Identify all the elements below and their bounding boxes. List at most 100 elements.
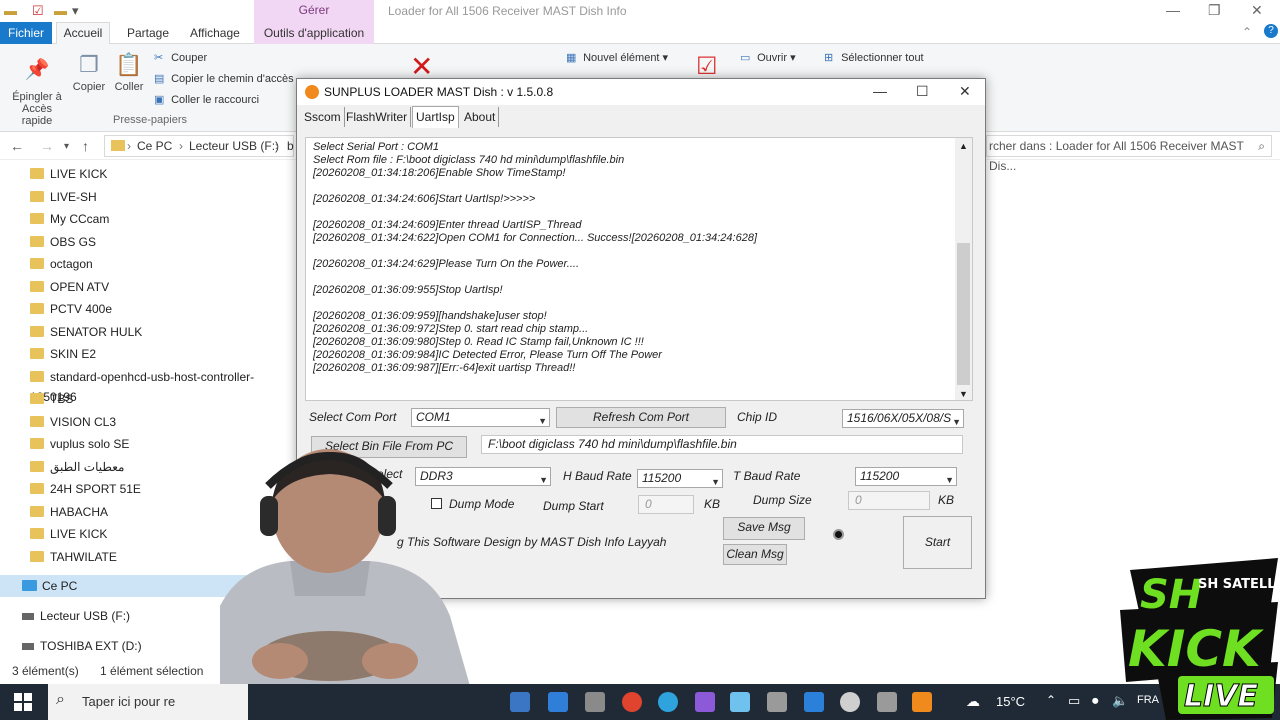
- chrome-icon[interactable]: [622, 692, 642, 712]
- log-line: [20260208_01:36:09:987][Err:-64]exit uar…: [313, 362, 576, 374]
- app-icon[interactable]: [804, 692, 824, 712]
- nav-folder-item[interactable]: octagon: [30, 254, 93, 274]
- chevron-up-icon[interactable]: ⌃: [1242, 25, 1252, 39]
- nav-folder-item[interactable]: SENATOR HULK: [30, 322, 142, 342]
- forward-arrow-icon[interactable]: →: [40, 138, 54, 154]
- nav-folder-item[interactable]: TBS: [30, 389, 73, 409]
- tab-sscom[interactable]: Sscom: [301, 107, 345, 127]
- windows-start-icon[interactable]: [14, 693, 32, 711]
- tab-fichier[interactable]: Fichier: [0, 22, 52, 44]
- taskbar-search-input[interactable]: ⌕ Taper ici pour re: [48, 684, 248, 720]
- tab-about[interactable]: About: [461, 107, 500, 127]
- properties-check-icon[interactable]: ☑: [696, 52, 718, 81]
- network-icon[interactable]: ▭: [1068, 693, 1080, 709]
- microphone-icon[interactable]: ⏺: [1092, 693, 1099, 709]
- chevron-up-icon[interactable]: ⌃: [1046, 693, 1056, 707]
- pin-quick-access-button[interactable]: 📌 Épingler à Accès rapide: [6, 52, 68, 127]
- dump-size-field[interactable]: 0: [848, 491, 930, 510]
- nav-folder-item[interactable]: HABACHA: [30, 502, 108, 522]
- nav-folder-item[interactable]: LIVE KICK: [30, 164, 107, 184]
- com-port-select[interactable]: COM1 ▼: [411, 408, 550, 427]
- weather-icon: ☁: [966, 693, 980, 709]
- save-msg-button[interactable]: Save Msg: [723, 517, 805, 540]
- back-arrow-icon[interactable]: ←: [10, 138, 24, 154]
- cut-button[interactable]: ✂ Couper: [154, 51, 207, 64]
- nav-folder-item[interactable]: SKIN E2: [30, 344, 96, 364]
- tab-accueil[interactable]: Accueil: [56, 22, 110, 45]
- refresh-com-button[interactable]: Refresh Com Port: [556, 407, 726, 428]
- quick-access-dropdown-icon[interactable]: ▾: [72, 3, 79, 19]
- minimize-icon[interactable]: —: [873, 83, 887, 99]
- chevron-down-icon: ▼: [538, 416, 547, 426]
- scroll-down-icon[interactable]: ▼: [959, 388, 968, 400]
- copy-path-button[interactable]: ▤ Copier le chemin d'accès: [154, 72, 294, 85]
- paste-button[interactable]: 📋 Coller: [112, 52, 146, 93]
- paste-shortcut-button[interactable]: ▣ Coller le raccourci: [154, 93, 259, 106]
- copy-button[interactable]: ❐ Copier: [72, 52, 106, 93]
- new-folder-icon[interactable]: ▬: [54, 3, 67, 18]
- start-button[interactable]: Start: [903, 516, 972, 569]
- drive-label: TOSHIBA EXT (D:): [40, 639, 142, 653]
- log-output[interactable]: Select Serial Port : COM1 Select Rom file…: [305, 137, 973, 401]
- bin-path-field[interactable]: F:\boot digiclass 740 hd mini\dump\flash…: [481, 435, 963, 454]
- clean-msg-button[interactable]: Clean Msg: [723, 544, 787, 565]
- app-icon[interactable]: [730, 692, 750, 712]
- breadcrumb-usb[interactable]: Lecteur USB (F:): [189, 136, 279, 156]
- nav-folder-item[interactable]: LIVE KICK: [30, 524, 107, 544]
- telegram-icon[interactable]: [658, 692, 678, 712]
- scroll-thumb[interactable]: [957, 243, 970, 385]
- select-all-button[interactable]: ⊞ Sélectionner tout: [824, 51, 924, 64]
- nav-folder-item[interactable]: 24H SPORT 51E: [30, 479, 141, 499]
- settings-icon[interactable]: [840, 692, 860, 712]
- search-input[interactable]: rcher dans : Loader for All 1506 Receive…: [986, 135, 1272, 173]
- app-icon[interactable]: [877, 692, 897, 712]
- calculator-icon[interactable]: [548, 692, 568, 712]
- nav-folder-item[interactable]: vuplus solo SE: [30, 434, 129, 454]
- h-baud-select[interactable]: 115200 ▼: [637, 469, 723, 488]
- nav-folder-item[interactable]: OBS GS: [30, 232, 96, 252]
- log-scrollbar[interactable]: ▲ ▼: [955, 138, 972, 400]
- app-icon[interactable]: [767, 692, 787, 712]
- nav-folder-item[interactable]: TAHWILATE: [30, 547, 117, 567]
- breadcrumb-folder[interactable]: b: [287, 136, 294, 156]
- nav-folder-item[interactable]: معطيات الطبق: [30, 457, 124, 477]
- log-line: Select Serial Port : COM1: [313, 141, 439, 153]
- t-baud-select[interactable]: 115200 ▼: [855, 467, 957, 486]
- sunplus-loader-taskbar-icon[interactable]: [912, 692, 932, 712]
- app-icon[interactable]: [695, 692, 715, 712]
- restore-icon[interactable]: ❐: [1208, 2, 1221, 19]
- new-item-button[interactable]: ▦ Nouvel élément ▾: [566, 51, 668, 64]
- search-placeholder: rcher dans : Loader for All 1506 Receive…: [989, 139, 1244, 173]
- tab-partage[interactable]: Partage: [127, 26, 169, 40]
- up-arrow-icon[interactable]: ↑: [82, 138, 89, 154]
- breadcrumb[interactable]: › Ce PC › Lecteur USB (F:) › b: [104, 135, 294, 157]
- minimize-icon[interactable]: —: [1166, 2, 1180, 18]
- tab-flashwriter[interactable]: FlashWriter: [343, 107, 412, 127]
- app-icon[interactable]: [585, 692, 605, 712]
- open-button[interactable]: ▭ Ouvrir ▾: [740, 51, 796, 64]
- app-icon[interactable]: [510, 692, 530, 712]
- nav-item-usb-drive[interactable]: Lecteur USB (F:): [22, 609, 130, 623]
- close-icon[interactable]: ✕: [959, 83, 971, 100]
- recent-dropdown-icon[interactable]: ▾: [64, 141, 69, 152]
- nav-folder-item[interactable]: standard-openhcd-usb-host-controller-125…: [30, 367, 296, 404]
- nav-folder-item[interactable]: LIVE-SH: [30, 187, 97, 207]
- nav-folder-item[interactable]: OPEN ATV: [30, 277, 109, 297]
- tab-uartisp[interactable]: UartIsp: [412, 106, 459, 128]
- new-item-icon: ▦: [566, 52, 577, 64]
- nav-item-toshiba-drive[interactable]: TOSHIBA EXT (D:): [22, 639, 142, 653]
- nav-folder-item[interactable]: VISION CL3: [30, 412, 116, 432]
- dump-start-field[interactable]: 0: [638, 495, 694, 514]
- maximize-icon[interactable]: ☐: [916, 83, 929, 100]
- tab-affichage[interactable]: Affichage: [190, 26, 240, 40]
- help-icon[interactable]: ?: [1264, 24, 1278, 38]
- scroll-up-icon[interactable]: ▲: [959, 140, 968, 153]
- tab-outils-application[interactable]: Outils d'application: [254, 22, 374, 44]
- close-icon[interactable]: ✕: [1251, 2, 1263, 19]
- breadcrumb-ce-pc[interactable]: Ce PC: [137, 136, 172, 156]
- properties-icon[interactable]: ☑: [32, 3, 44, 19]
- nav-folder-item[interactable]: My CCcam: [30, 209, 109, 229]
- chip-id-select[interactable]: 1516/06X/05X/08/S ▼: [842, 409, 964, 428]
- nav-folder-item[interactable]: PCTV 400e: [30, 299, 112, 319]
